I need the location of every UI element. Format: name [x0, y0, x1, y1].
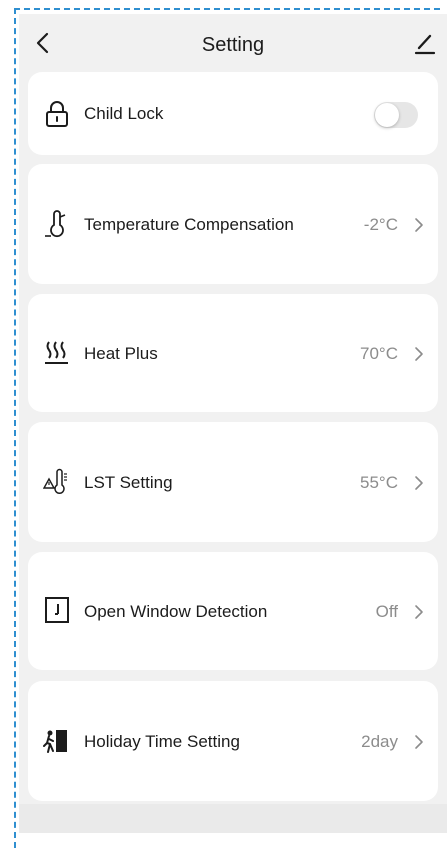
- setting-value: 55°C: [360, 473, 398, 492]
- setting-row-open-window-detection[interactable]: Open Window Detection Off: [28, 552, 438, 670]
- chevron-right-icon: [415, 218, 423, 232]
- setting-label: Open Window Detection: [84, 602, 268, 621]
- thermometer-icon: [45, 210, 66, 238]
- setting-value: 70°C: [360, 344, 398, 363]
- person-exit-icon: [43, 730, 67, 753]
- header: Setting: [19, 14, 447, 72]
- setting-row-holiday-time-setting[interactable]: Holiday Time Setting 2day: [28, 681, 438, 801]
- settings-screen: Setting Child Lock Temperature Compensat…: [19, 14, 447, 833]
- setting-label: Heat Plus: [84, 344, 158, 363]
- heat-waves-icon: [45, 341, 68, 364]
- chevron-right-icon: [415, 605, 423, 619]
- setting-value: Off: [375, 602, 398, 621]
- toggle-knob: [375, 103, 399, 127]
- child-lock-toggle[interactable]: [374, 102, 418, 128]
- chevron-right-icon: [415, 735, 423, 749]
- chevron-right-icon: [415, 347, 423, 361]
- lock-icon: [46, 101, 68, 127]
- page-title: Setting: [201, 34, 265, 56]
- setting-label: Holiday Time Setting: [84, 732, 240, 751]
- bottom-area: [19, 804, 447, 833]
- pencil-icon[interactable]: [413, 32, 437, 56]
- setting-row-lst-setting[interactable]: LST Setting 55°C: [28, 422, 438, 542]
- setting-value: 2day: [361, 732, 398, 751]
- chevron-right-icon: [415, 476, 423, 490]
- setting-value: -2°C: [363, 215, 398, 234]
- setting-label: LST Setting: [84, 473, 173, 492]
- child-lock-label: Child Lock: [84, 104, 164, 123]
- setting-row-temperature-compensation[interactable]: Temperature Compensation -2°C: [28, 164, 438, 284]
- setting-row-heat-plus[interactable]: Heat Plus 70°C: [28, 294, 438, 412]
- setting-label: Temperature Compensation: [84, 215, 294, 234]
- warning-thermometer-icon: [43, 468, 67, 494]
- door-icon: [45, 597, 69, 623]
- child-lock-row: Child Lock: [28, 72, 438, 155]
